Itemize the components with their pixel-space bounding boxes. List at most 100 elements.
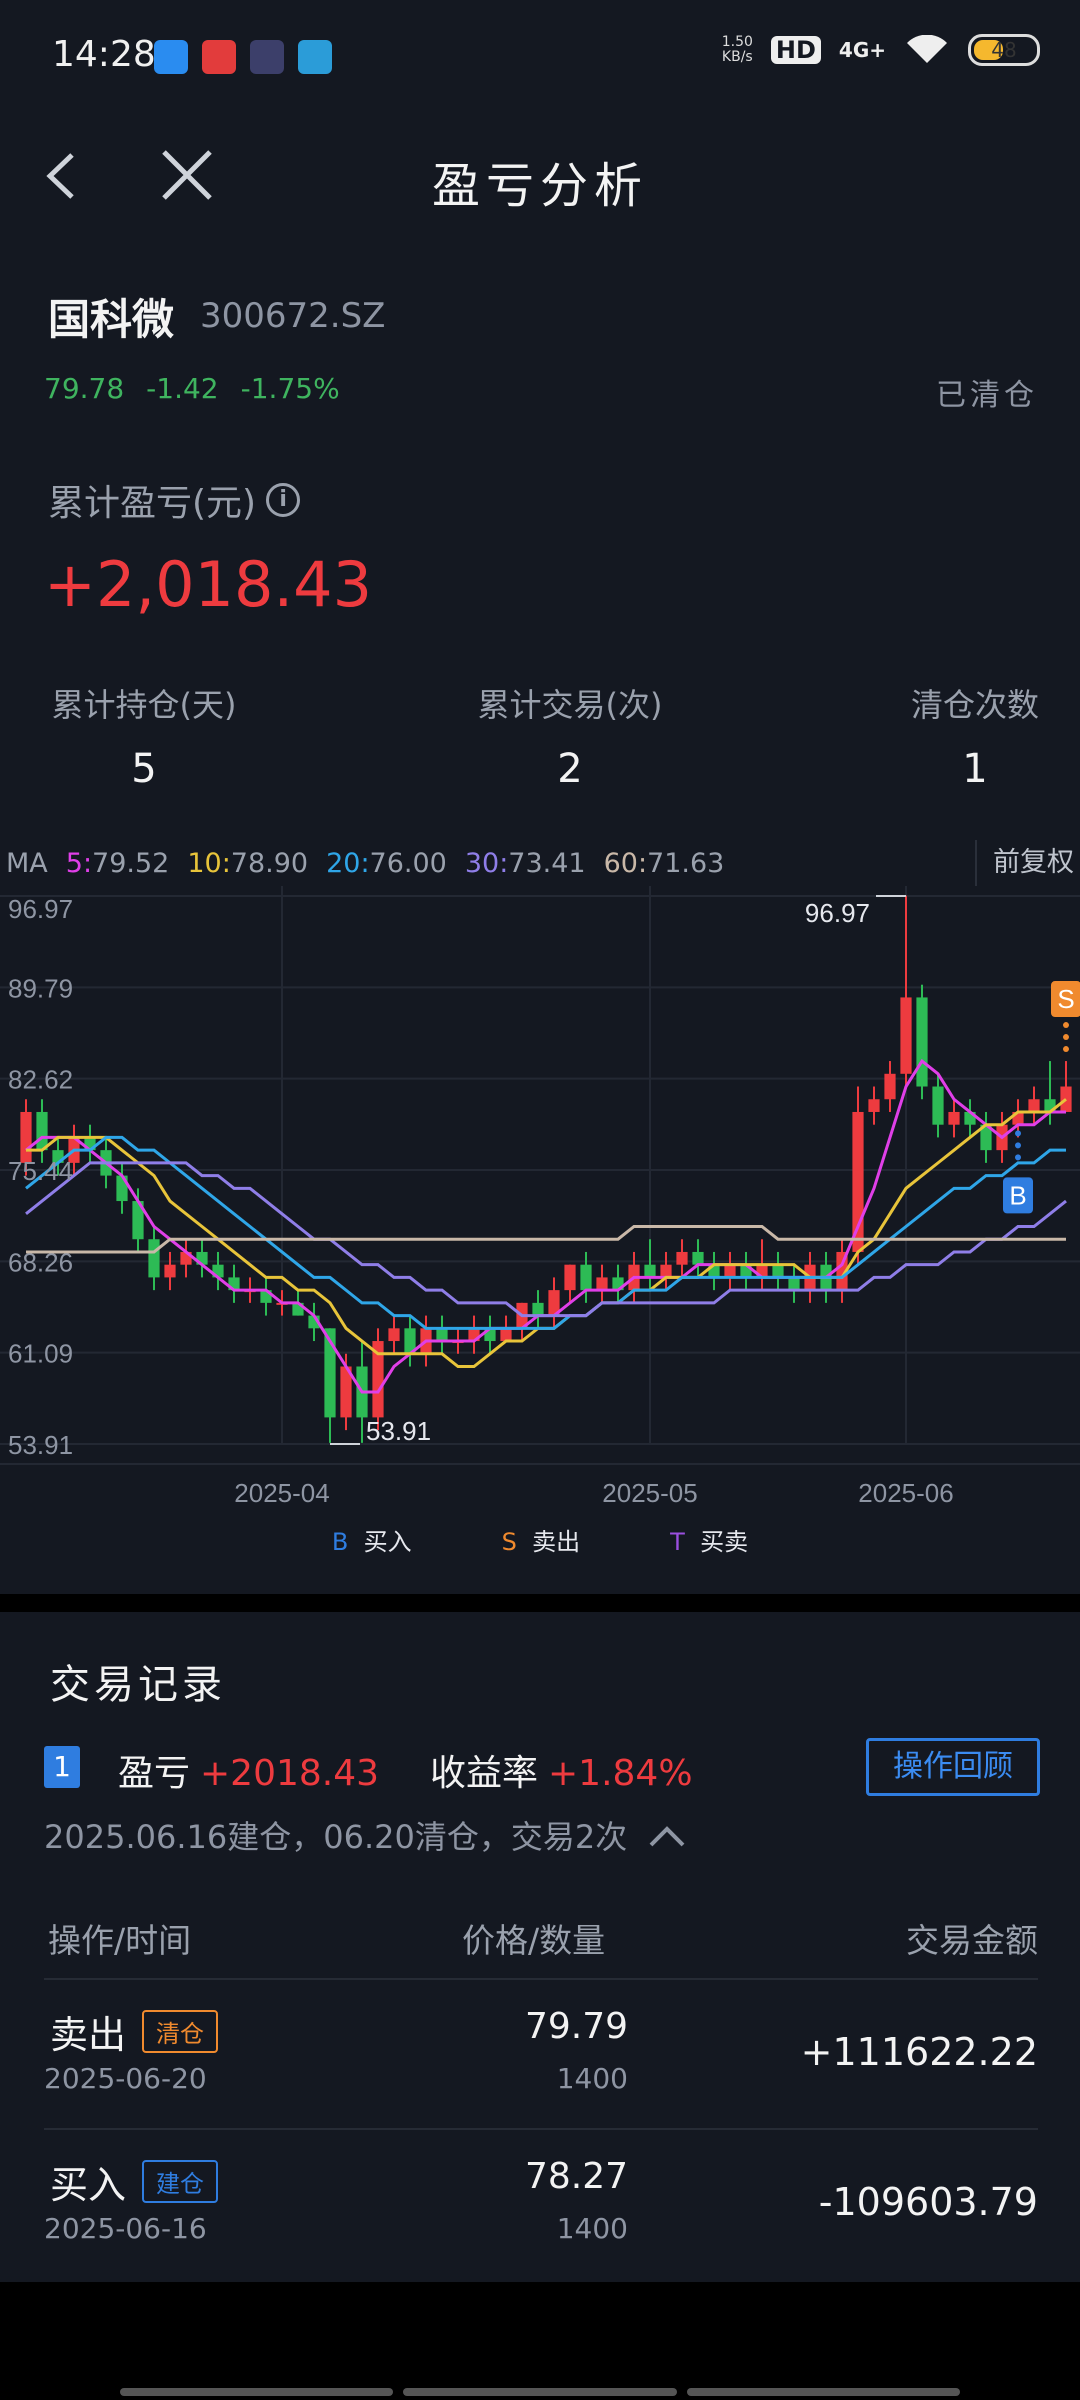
wifi-icon [907,35,947,63]
candle-body [884,1073,896,1100]
y-tick-label: 61.09 [8,1339,73,1369]
candle-body [148,1239,160,1278]
ma-line-ma10 [26,1098,1067,1368]
row-amount: -109603.79 [818,2180,1038,2224]
ma-value: 71.63 [647,847,725,879]
net-speed-unit: KB/s [721,49,753,65]
candle-body [436,1328,448,1342]
app-icon-blue [154,40,188,74]
status-right: 1.50 KB/s HD 4G+ 48 [722,34,1040,66]
hd-icon: HD [770,36,821,64]
app-root: 14:28 1.50 KB/s HD 4G+ 48 盈亏分析 国科微 30067… [0,0,1080,2400]
stat-value: 5 [131,746,157,792]
records-title: 交易记录 [50,1662,226,1708]
candle-body [164,1264,176,1278]
ma-key: 30: [464,847,509,879]
candle-body [692,1251,704,1265]
header-amount: 交易金额 [906,1921,1038,1960]
row-qty: 1400 [556,2212,628,2245]
pnl-label: 累计盈亏(元) [48,483,257,524]
legend-label: 买入 [363,1528,412,1556]
review-button[interactable]: 操作回顾 [866,1738,1040,1796]
candle-body [916,997,928,1087]
candle-body [772,1264,784,1278]
trade-pnl-value: +2018.43 [200,1753,380,1794]
candle-body [564,1264,576,1291]
ma60: 60:71.63 [604,848,725,879]
marker-b-label: B [1009,1180,1026,1210]
battery-text: 48 [991,38,1017,62]
y-tick-label: 75.44 [8,1156,73,1186]
row-op: 卖出 清仓 [50,2004,219,2059]
ma-value: 79.52 [92,847,170,879]
y-tick-label: 82.62 [8,1065,73,1095]
trade-summary[interactable]: 2025.06.16建仓，06.20清仓，交易2次 [44,1812,687,1858]
net-speed-value: 1.50 [721,34,753,50]
row-tag: 建仓 [142,2160,219,2203]
ma-key: 60: [603,847,648,879]
candle-body [852,1111,864,1252]
trade-index-badge: 1 [44,1746,80,1788]
trade-rate-value: +1.84% [548,1753,693,1794]
stock-name: 国科微 [48,295,175,344]
header-price-qty: 价格/数量 [462,1921,606,1960]
stat-label: 累计持仓(天) [51,686,237,724]
stat-trade-count: 累计交易(次) 2 [470,680,670,792]
section-divider [0,1594,1080,1612]
ma-value: 78.90 [230,847,309,879]
top-bar: 盈亏分析 [0,116,1080,236]
row-qty: 1400 [556,2062,628,2095]
adjust-toggle-button[interactable]: 前复权 [975,840,1074,886]
table-divider [44,1978,1038,1980]
pnl-value: +2,018.43 [44,548,373,621]
candle-body [532,1302,544,1316]
ma-line-ma20 [25,1135,1066,1330]
candle-body [580,1264,592,1291]
row-price: 78.27 [524,2156,628,2197]
candle-body [676,1251,688,1265]
x-tick-label: 2025-05 [602,1478,697,1506]
info-icon[interactable]: i [266,483,301,517]
ma-key: 10: [187,847,231,879]
stock-code: 300672.SZ [200,296,386,336]
candle-body [36,1111,48,1151]
legend-key: S [501,1528,517,1556]
legend-buy: B 买入 [332,1522,412,1568]
status-time: 14:28 [52,34,156,75]
ma30: 30:73.41 [465,848,586,879]
trade-rate-label: 收益率 [430,1753,539,1794]
candlestick-chart[interactable]: 96.97 89.79 82.62 75.44 68.26 61.09 53.91 2025-… [0,886,1080,1506]
candle-body [1028,1099,1040,1112]
page-title: 盈亏分析 [431,158,648,214]
candle-body [788,1277,800,1291]
row-op-label: 买入 [50,2163,127,2207]
marker-dot [1063,1034,1069,1041]
row-date: 2025-06-16 [44,2212,207,2245]
x-tick-label: 2025-06 [858,1478,953,1506]
stock-change: -1.42 [146,372,219,405]
header-op-time: 操作/时间 [48,1921,192,1960]
candle-body [724,1264,736,1278]
row-tag: 清仓 [142,2010,219,2053]
app-icon-purple [250,40,284,74]
stat-label: 累计交易(次) [477,686,663,724]
candle-body [388,1328,400,1342]
marker-dot [1015,1154,1021,1161]
marker-dot [1063,1022,1069,1029]
ma-value: 73.41 [508,847,586,879]
ma-bar: MA 5:79.52 10:78.90 20:76.00 30:73.41 60… [0,840,1080,886]
gesture-navbar[interactable] [120,2388,960,2396]
y-tick-label: 68.26 [8,1247,73,1277]
row-op-label: 卖出 [50,2013,127,2057]
marker-dot [1063,1046,1069,1053]
trade-pnl-label: 盈亏 [118,1753,191,1794]
marker-dot [1015,1142,1021,1149]
ma-value: 76.00 [369,847,447,879]
signal-4g-icon: 4G+ [838,38,886,62]
ma-key: 5: [65,847,93,879]
trade-rate: 收益率 +1.84% [430,1744,693,1796]
pnl-label-row: 累计盈亏(元) i [48,474,301,526]
ma-key: 20: [326,847,370,879]
trade-summary-text: 2025.06.16建仓，06.20清仓，交易2次 [44,1818,628,1856]
marker-s-label: S [1057,984,1074,1014]
